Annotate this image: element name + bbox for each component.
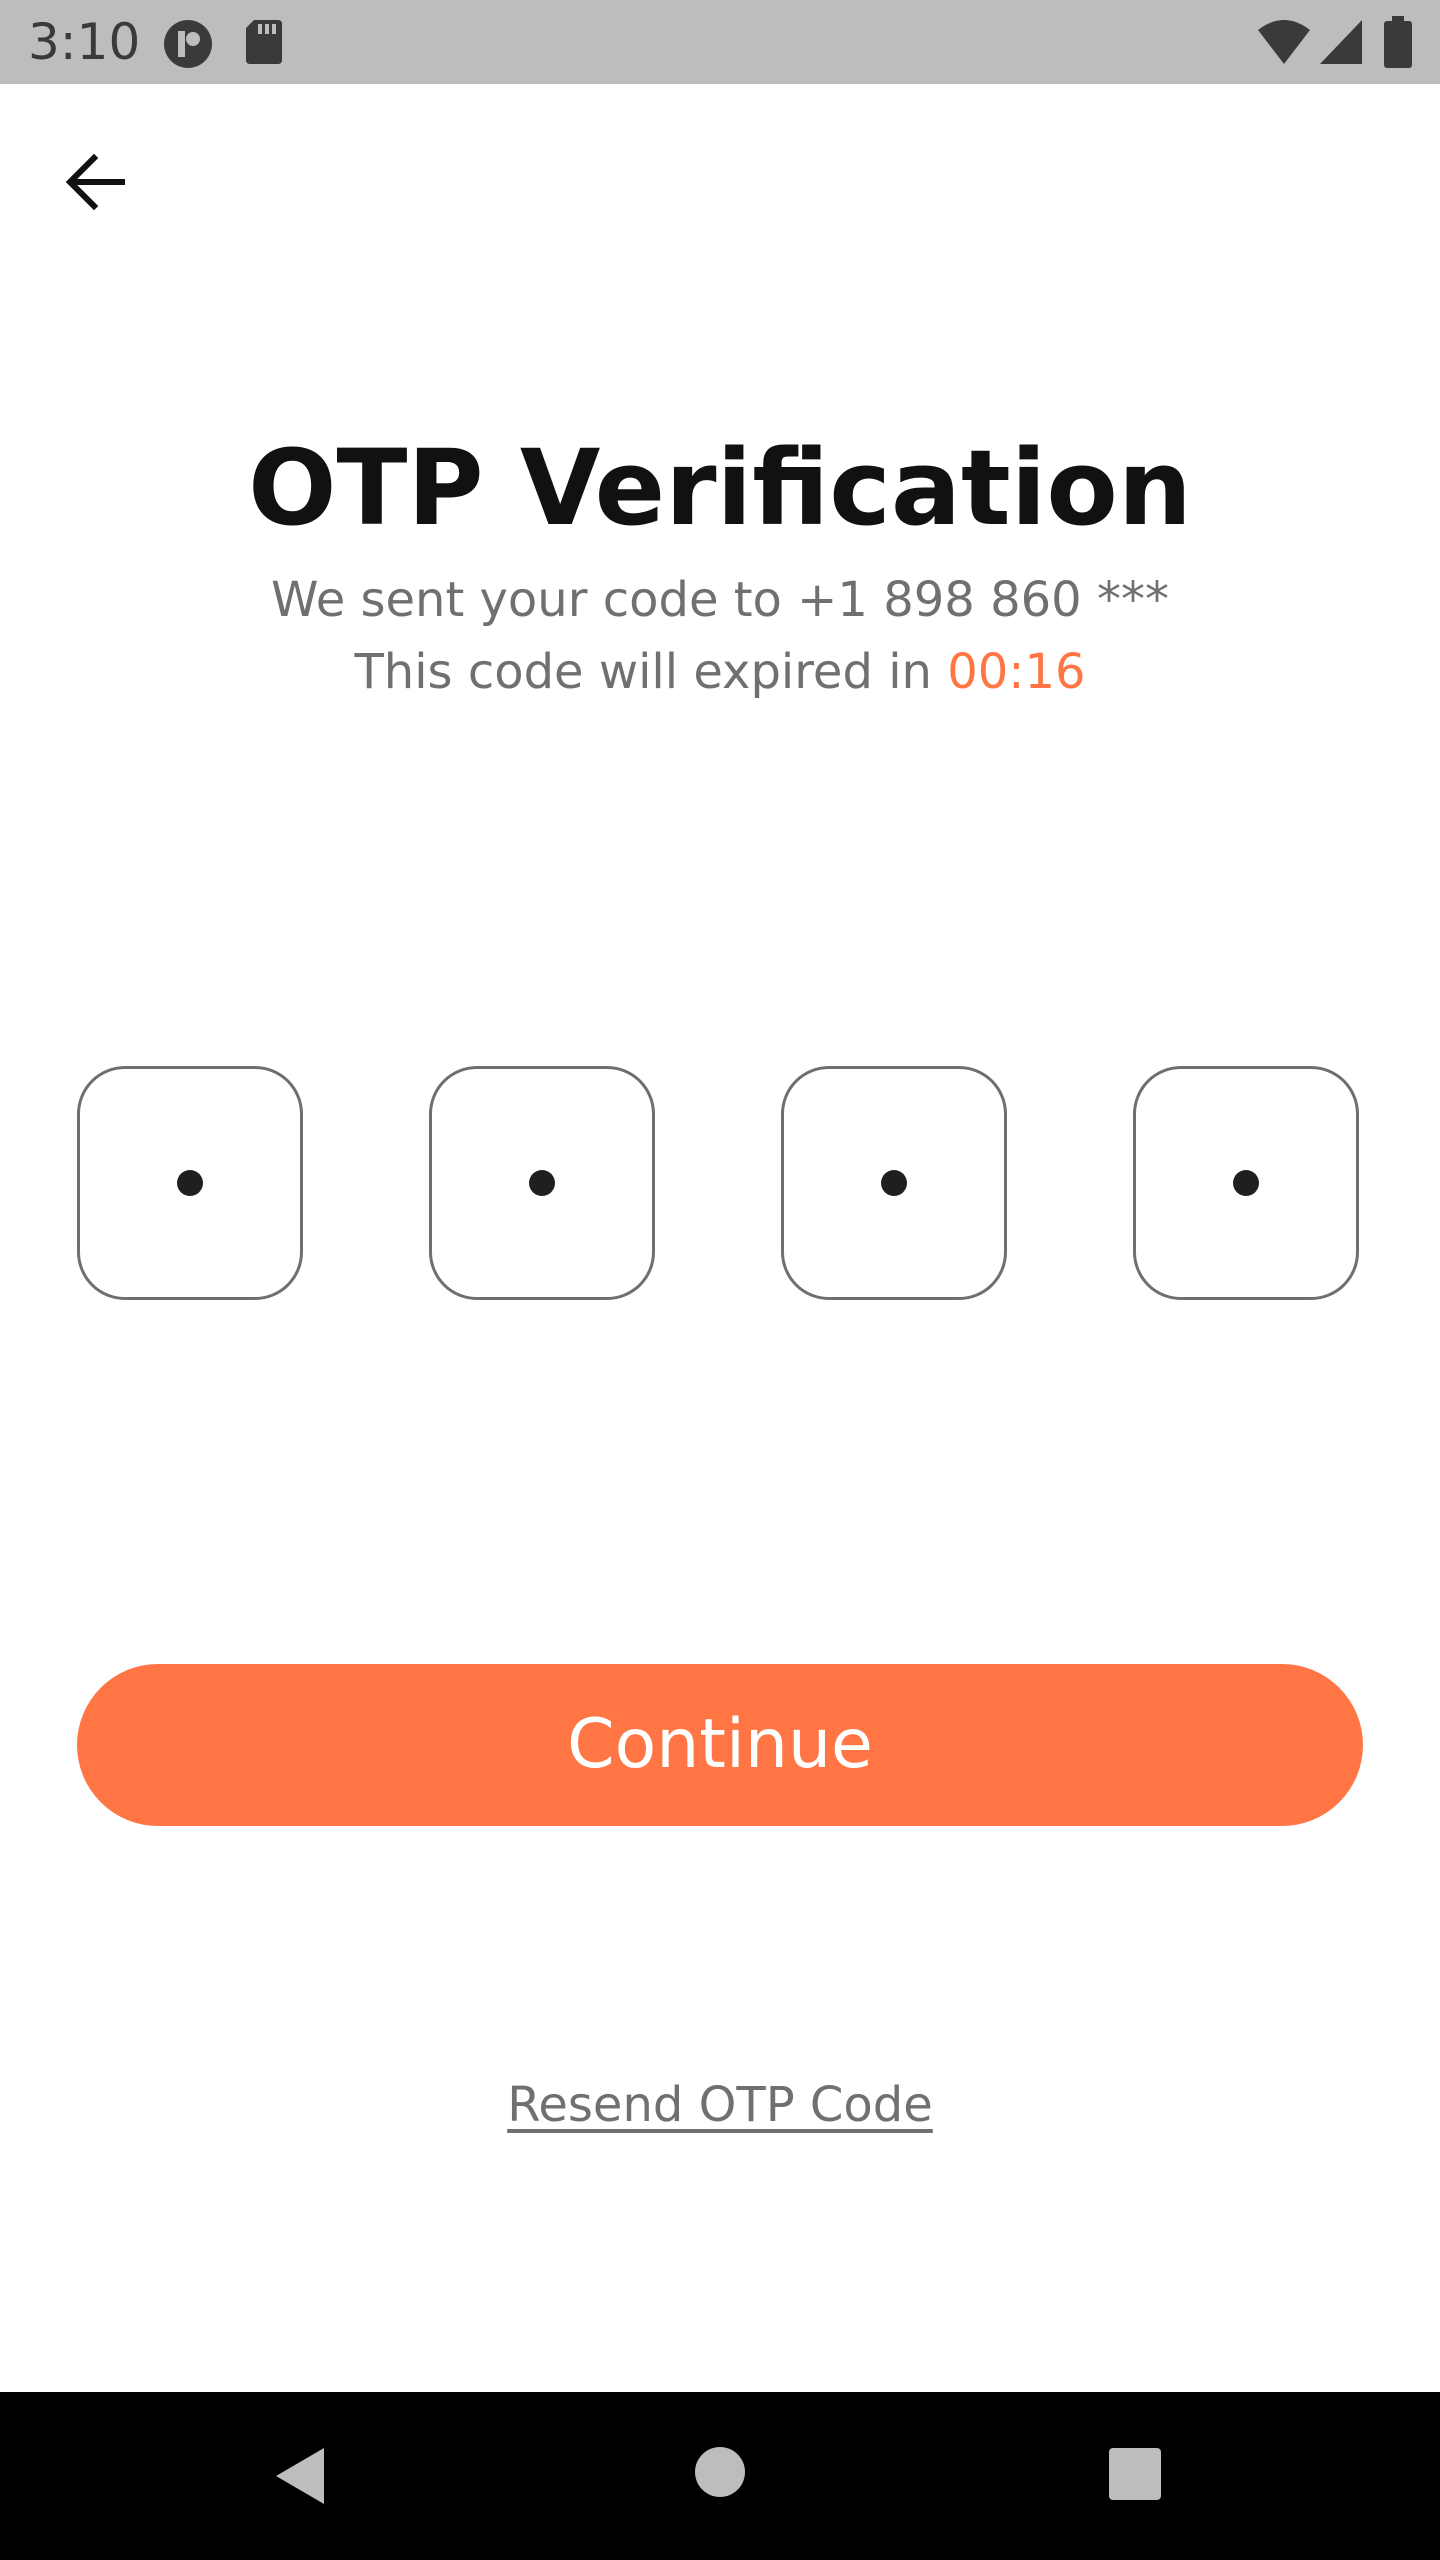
sd-card-icon xyxy=(246,20,282,64)
cellular-signal-icon xyxy=(1320,20,1362,64)
notification-app-icon xyxy=(164,20,212,68)
battery-icon xyxy=(1384,16,1412,68)
otp-digit-input-2[interactable] xyxy=(429,1066,655,1300)
otp-masked-dot-1 xyxy=(177,1170,203,1196)
otp-digit-input-4[interactable] xyxy=(1133,1066,1359,1300)
otp-digit-input-1[interactable] xyxy=(77,1066,303,1300)
arrow-left-icon xyxy=(65,153,125,211)
continue-button[interactable]: Continue xyxy=(77,1664,1363,1826)
status-time: 3:10 xyxy=(28,13,141,71)
page-title: OTP Verification xyxy=(248,427,1192,549)
status-bar: 3:10 xyxy=(0,0,1440,84)
system-nav-bar xyxy=(0,2392,1440,2560)
otp-digit-input-3[interactable] xyxy=(781,1066,1007,1300)
expiry-message: This code will expired in 00:16 xyxy=(0,638,1440,706)
home-circle-icon[interactable] xyxy=(694,2446,746,2498)
otp-masked-dot-4 xyxy=(1233,1170,1259,1196)
expiry-prefix: This code will expired in xyxy=(354,644,948,700)
back-button[interactable] xyxy=(58,144,138,224)
back-triangle-icon[interactable] xyxy=(272,2446,328,2506)
code-sent-message: We sent your code to +1 898 860 *** xyxy=(271,572,1169,628)
otp-masked-dot-2 xyxy=(529,1170,555,1196)
otp-masked-dot-3 xyxy=(881,1170,907,1196)
recents-square-icon[interactable] xyxy=(1109,2448,1161,2500)
resend-otp-container: Resend OTP Code xyxy=(0,2070,1440,2140)
wifi-icon xyxy=(1258,20,1310,64)
countdown-timer: 00:16 xyxy=(947,644,1086,700)
resend-otp-link[interactable]: Resend OTP Code xyxy=(507,2077,933,2133)
